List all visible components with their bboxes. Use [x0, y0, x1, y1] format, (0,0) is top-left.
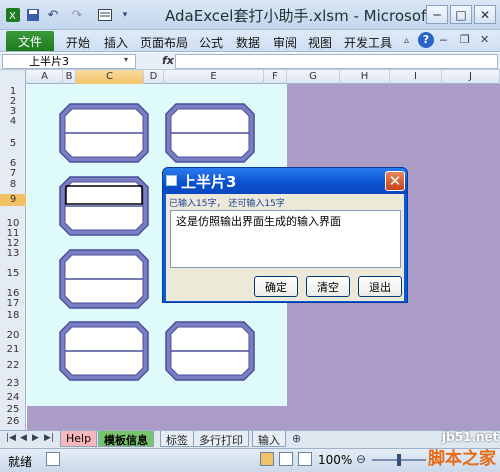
dialog-body: 已输入15字， 还可输入15字 这是仿照输出界面生成的输入界面 确定 清空 退出: [166, 194, 404, 301]
zoom-out-icon[interactable]: ⊖: [356, 452, 366, 466]
macro-record-icon[interactable]: [46, 452, 60, 466]
row-header[interactable]: 15: [0, 268, 26, 280]
row-header[interactable]: 22: [0, 360, 26, 372]
excel-app-icon[interactable]: X: [4, 6, 22, 24]
sheet-tab-tags[interactable]: 标签: [160, 431, 194, 447]
input-dialog: 上半片3 ✕ 已输入15字， 还可输入15字 这是仿照输出界面生成的输入界面 确…: [162, 167, 408, 303]
label-shape[interactable]: [58, 248, 150, 310]
tab-formulas[interactable]: 公式: [199, 34, 223, 51]
clear-button[interactable]: 清空: [306, 276, 350, 297]
row-header[interactable]: 13: [0, 248, 26, 260]
sheet-tab-help[interactable]: Help: [60, 431, 98, 447]
label-shape[interactable]: [164, 320, 256, 382]
last-sheet-icon[interactable]: ▶|: [44, 433, 54, 443]
tab-developer[interactable]: 开发工具: [344, 34, 392, 51]
column-header[interactable]: B: [63, 70, 76, 84]
dialog-close-button[interactable]: ✕: [385, 171, 405, 191]
redo-icon[interactable]: ↷: [68, 6, 86, 24]
window-title: AdaExcel套打小助手.xlsm - Microsof...: [165, 7, 440, 25]
row-header[interactable]: 25: [0, 404, 26, 416]
zoom-slider-thumb[interactable]: [397, 454, 401, 466]
prev-sheet-icon[interactable]: ◀: [20, 433, 27, 443]
minimize-button[interactable]: ─: [426, 5, 448, 24]
sheet-tab-input[interactable]: 输入: [252, 431, 286, 447]
zoom-level[interactable]: 100%: [318, 453, 352, 467]
column-header[interactable]: G: [287, 70, 340, 84]
status-ready: 就绪: [8, 455, 33, 469]
next-sheet-icon[interactable]: ▶: [32, 433, 39, 443]
save-icon[interactable]: [24, 6, 42, 24]
watermark-url: jb51.net: [442, 430, 499, 444]
first-sheet-icon[interactable]: |◀: [6, 433, 16, 443]
column-header[interactable]: E: [164, 70, 264, 84]
column-header[interactable]: J: [442, 70, 500, 84]
select-all-corner[interactable]: [0, 70, 26, 84]
workbook-minimize-icon[interactable]: ─: [440, 34, 447, 47]
column-header[interactable]: F: [264, 70, 287, 84]
column-header[interactable]: A: [27, 70, 63, 84]
dialog-title: 上半片3: [181, 173, 237, 191]
svg-text:X: X: [9, 11, 16, 22]
sheet-tab-template-info[interactable]: 模板信息: [98, 431, 154, 447]
tab-review[interactable]: 审阅: [273, 34, 297, 51]
row-header[interactable]: 23: [0, 378, 26, 390]
watermark-logo-text: 脚本之家: [428, 449, 496, 469]
workbook-restore-icon[interactable]: ❐: [460, 33, 470, 46]
name-box[interactable]: 上半片3: [2, 54, 136, 69]
insert-sheet-icon[interactable]: ⊕: [292, 432, 301, 445]
insert-function-icon[interactable]: fx: [162, 54, 174, 67]
tab-data[interactable]: 数据: [236, 34, 260, 51]
row-header[interactable]: 8: [0, 179, 26, 191]
sheet-tab-multi-print[interactable]: 多行打印: [193, 431, 249, 447]
ok-button[interactable]: 确定: [254, 276, 298, 297]
row-header[interactable]: 21: [0, 344, 26, 356]
label-shape-selected[interactable]: [58, 175, 150, 237]
close-window-button[interactable]: ✕: [474, 5, 496, 24]
tab-home[interactable]: 开始: [66, 34, 90, 51]
file-tab[interactable]: 文件: [6, 31, 54, 51]
title-bar: X ↶ ↷ ▾ AdaExcel套打小助手.xlsm - Microsof...…: [0, 0, 500, 30]
customize-toolbar-icon[interactable]: ▾: [116, 6, 134, 24]
row-header[interactable]: 17: [0, 298, 26, 310]
column-header[interactable]: I: [390, 70, 442, 84]
column-header-selected[interactable]: C: [76, 70, 144, 84]
page-layout-view-icon[interactable]: [279, 452, 293, 466]
normal-view-icon[interactable]: [260, 452, 274, 466]
maximize-button[interactable]: □: [450, 5, 472, 24]
row-header[interactable]: 20: [0, 330, 26, 342]
row-header[interactable]: 26: [0, 416, 26, 428]
help-icon[interactable]: ?: [418, 32, 434, 48]
form-icon[interactable]: [96, 6, 114, 24]
exit-button[interactable]: 退出: [358, 276, 402, 297]
tab-insert[interactable]: 插入: [104, 34, 128, 51]
undo-icon[interactable]: ↶: [44, 6, 62, 24]
tab-page-layout[interactable]: 页面布局: [140, 34, 188, 51]
dialog-title-bar[interactable]: 上半片3 ✕: [163, 168, 407, 194]
row-header-selected[interactable]: 9: [0, 194, 26, 206]
label-shape[interactable]: [58, 102, 150, 164]
tab-view[interactable]: 视图: [308, 34, 332, 51]
dialog-text-input[interactable]: 这是仿照输出界面生成的输入界面: [170, 210, 401, 268]
workbook-close-icon[interactable]: ✕: [480, 33, 489, 46]
name-box-dropdown-icon[interactable]: ▾: [124, 55, 128, 64]
column-header[interactable]: D: [144, 70, 164, 84]
column-header[interactable]: H: [340, 70, 390, 84]
label-shape[interactable]: [58, 320, 150, 382]
dialog-form-icon: [166, 175, 177, 186]
char-count-label: 已输入15字， 还可输入15字: [169, 199, 285, 209]
formula-input[interactable]: [175, 54, 498, 69]
row-header[interactable]: 24: [0, 392, 26, 404]
minimize-ribbon-icon[interactable]: ▵: [404, 35, 409, 46]
outside-print-area-bottom: [27, 406, 287, 430]
row-header[interactable]: 5: [0, 138, 26, 150]
row-header[interactable]: 18: [0, 310, 26, 322]
row-header[interactable]: 4: [0, 116, 26, 128]
label-shape[interactable]: [164, 102, 256, 164]
page-break-view-icon[interactable]: [298, 452, 312, 466]
